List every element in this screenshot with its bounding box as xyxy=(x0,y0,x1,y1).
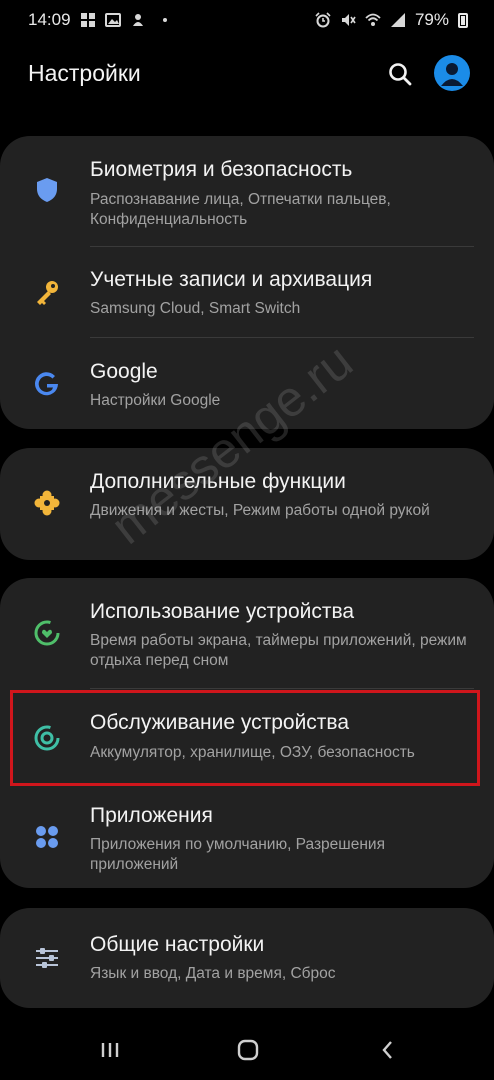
settings-item-device-care[interactable]: Обслуживание устройства Аккумулятор, хра… xyxy=(0,689,494,785)
settings-item-title: Использование устройства xyxy=(90,600,355,623)
more-dot-icon xyxy=(162,18,167,22)
settings-item-advanced-features[interactable]: Дополнительные функции Движения и жесты,… xyxy=(0,448,494,560)
home-icon[interactable] xyxy=(234,1036,262,1064)
settings-group-1: Биометрия и безопасность Распознавание л… xyxy=(0,136,494,429)
back-icon[interactable] xyxy=(374,1036,402,1064)
settings-group-2: Дополнительные функции Движения и жесты,… xyxy=(0,448,494,560)
status-bar: 14:09 79% xyxy=(0,0,494,40)
device-care-icon xyxy=(30,721,64,755)
settings-item-title: Google xyxy=(90,360,158,383)
battery-icon xyxy=(458,12,468,28)
battery-percent: 79% xyxy=(414,10,449,29)
apps-icon xyxy=(30,820,64,854)
recent-apps-icon[interactable] xyxy=(96,1036,124,1064)
image-icon xyxy=(104,12,121,28)
status-right: 79% xyxy=(315,10,468,30)
settings-item-apps[interactable]: Приложения Приложения по умолчанию, Разр… xyxy=(0,786,494,888)
settings-item-subtitle: Движения и жесты, Режим работы одной рук… xyxy=(90,502,430,519)
settings-group-4: Общие настройки Язык и ввод, Дата и врем… xyxy=(0,908,494,1008)
gallery-grid-icon xyxy=(80,12,96,28)
settings-item-title: Биометрия и безопасность xyxy=(90,158,353,181)
settings-item-biometrics[interactable]: Биометрия и безопасность Распознавание л… xyxy=(0,136,494,246)
sliders-icon xyxy=(30,941,64,975)
shield-icon xyxy=(30,173,64,207)
settings-item-title: Приложения xyxy=(90,804,213,827)
settings-item-subtitle: Настройки Google xyxy=(90,392,221,409)
status-time: 14:09 xyxy=(28,10,71,29)
google-icon xyxy=(30,367,64,401)
settings-item-title: Дополнительные функции xyxy=(90,470,346,493)
key-icon xyxy=(30,275,64,309)
settings-item-title: Учетные записи и архивация xyxy=(90,268,373,291)
settings-item-subtitle: Аккумулятор, хранилище, ОЗУ, безопасност… xyxy=(90,744,415,761)
settings-item-subtitle: Приложения по умолчанию, Разрешения прил… xyxy=(90,836,385,873)
notification-icon xyxy=(130,12,146,28)
settings-item-title: Обслуживание устройства xyxy=(90,711,350,734)
puzzle-icon xyxy=(30,486,64,520)
wifi-icon xyxy=(365,12,381,28)
mute-icon xyxy=(340,12,356,28)
settings-item-subtitle: Распознавание лица, Отпечатки пальцев, К… xyxy=(90,191,391,228)
account-icon[interactable] xyxy=(434,55,470,91)
alarm-icon xyxy=(315,12,331,28)
settings-item-subtitle: Язык и ввод, Дата и время, Сброс xyxy=(90,965,336,982)
navigation-bar xyxy=(0,1020,494,1080)
settings-item-title: Общие настройки xyxy=(90,933,265,956)
settings-item-google[interactable]: Google Настройки Google xyxy=(0,338,494,429)
wellbeing-icon xyxy=(30,616,64,650)
settings-group-3: Использование устройства Время работы эк… xyxy=(0,578,494,888)
settings-item-accounts[interactable]: Учетные записи и архивация Samsung Cloud… xyxy=(0,247,494,337)
settings-item-subtitle: Samsung Cloud, Smart Switch xyxy=(90,300,301,317)
search-icon[interactable] xyxy=(386,60,414,88)
settings-item-digital-wellbeing[interactable]: Использование устройства Время работы эк… xyxy=(0,578,494,688)
page-title: Настройки xyxy=(28,60,141,86)
header: Настройки xyxy=(0,48,494,104)
signal-icon xyxy=(390,12,406,28)
settings-item-subtitle: Время работы экрана, таймеры приложений,… xyxy=(90,632,467,669)
status-left: 14:09 xyxy=(28,10,167,30)
settings-item-general[interactable]: Общие настройки Язык и ввод, Дата и врем… xyxy=(0,908,494,1008)
